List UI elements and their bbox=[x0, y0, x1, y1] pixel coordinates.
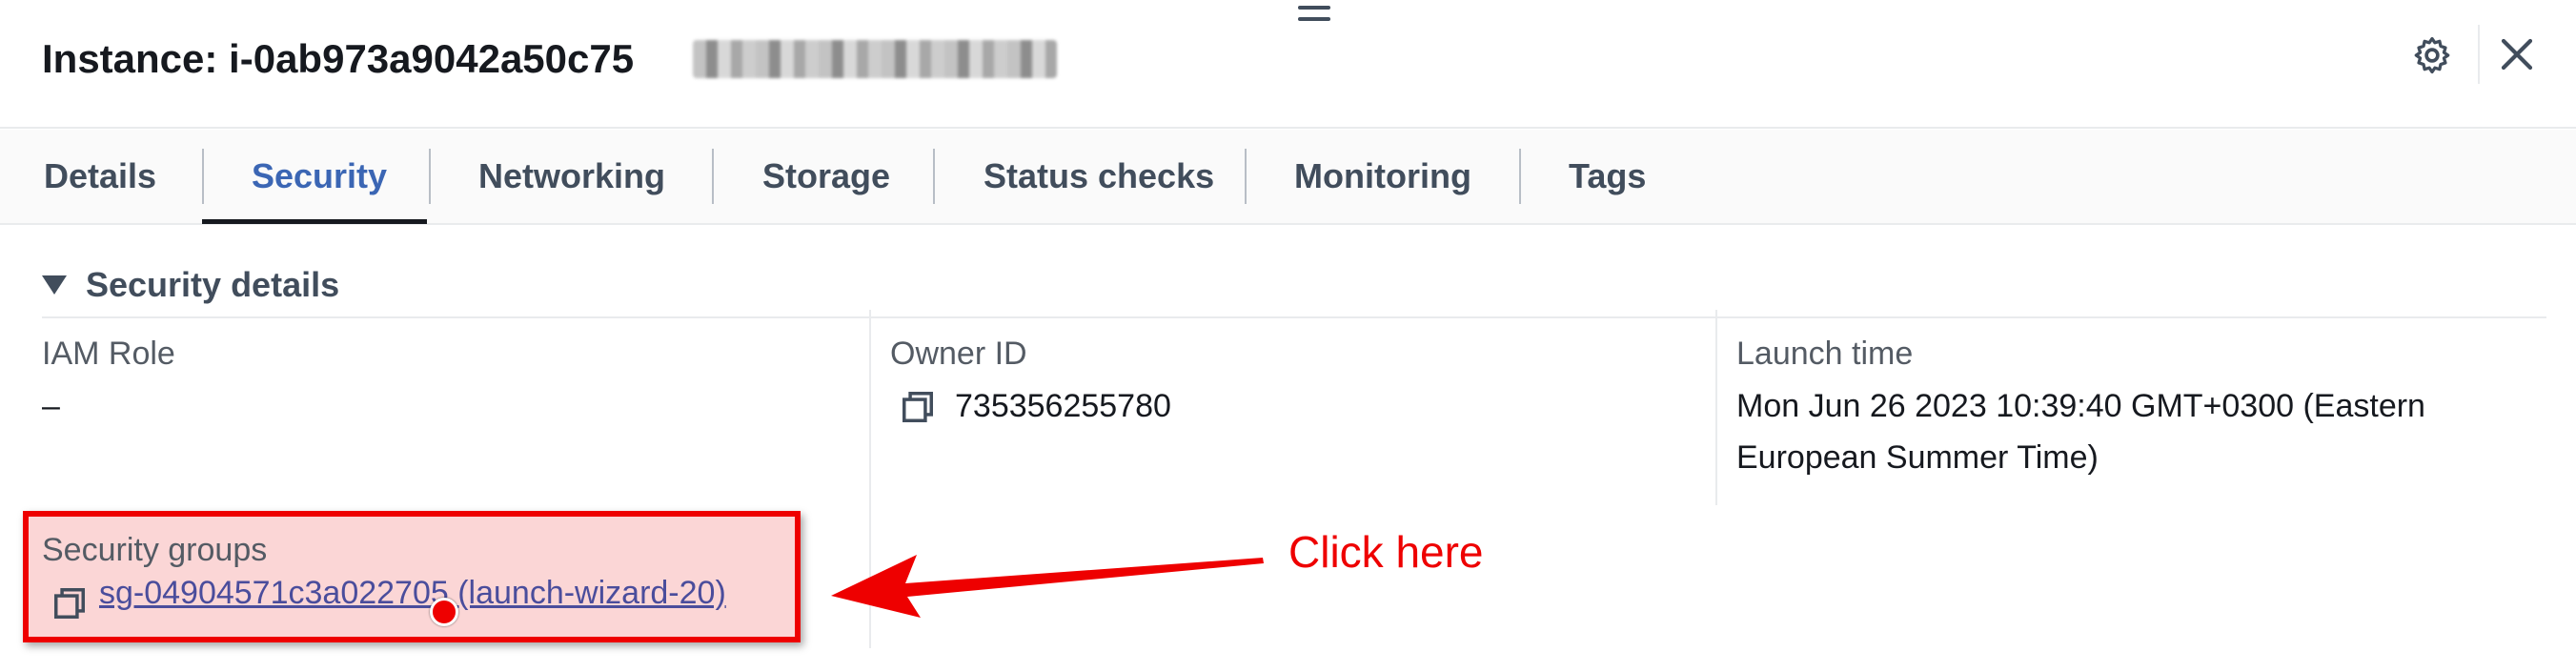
tab-bar: Details Security Networking Storage Stat… bbox=[0, 130, 2576, 225]
tab-tags[interactable]: Tags bbox=[1569, 130, 1646, 223]
security-details-toggle[interactable]: Security details bbox=[42, 265, 339, 305]
iam-role-value: – bbox=[42, 388, 60, 424]
caret-down-icon bbox=[42, 275, 67, 295]
close-icon[interactable] bbox=[2497, 34, 2537, 74]
section-divider bbox=[42, 316, 2546, 318]
tab-separator bbox=[1519, 149, 1521, 204]
tab-separator bbox=[933, 149, 935, 204]
iam-role-label: IAM Role bbox=[42, 336, 175, 372]
copy-icon[interactable] bbox=[900, 389, 936, 425]
launch-time-value-line1: Mon Jun 26 2023 10:39:40 GMT+0300 (Easte… bbox=[1736, 388, 2425, 424]
redacted-instance-name bbox=[693, 40, 1057, 78]
tab-separator bbox=[1245, 149, 1247, 204]
page-title: Instance: i-0ab973a9042a50c75 bbox=[42, 36, 635, 81]
tab-networking[interactable]: Networking bbox=[478, 130, 665, 223]
tab-status-checks[interactable]: Status checks bbox=[984, 130, 1214, 223]
column-divider bbox=[1715, 310, 1717, 505]
annotation-click-here: Click here bbox=[1288, 527, 1484, 577]
tab-monitoring[interactable]: Monitoring bbox=[1294, 130, 1471, 223]
owner-id-value: 735356255780 bbox=[955, 388, 1171, 424]
gear-icon[interactable] bbox=[2411, 34, 2453, 76]
section-title: Security details bbox=[86, 265, 340, 304]
copy-icon[interactable] bbox=[51, 585, 88, 621]
active-tab-indicator bbox=[202, 219, 427, 224]
tab-details[interactable]: Details bbox=[44, 130, 156, 223]
header-divider bbox=[2478, 25, 2480, 84]
tab-security[interactable]: Security bbox=[252, 130, 387, 223]
annotation-arrow bbox=[831, 555, 1264, 618]
tab-storage[interactable]: Storage bbox=[762, 130, 890, 223]
launch-time-label: Launch time bbox=[1736, 336, 1914, 372]
launch-time-value-line2: European Summer Time) bbox=[1736, 439, 2099, 476]
tab-separator bbox=[712, 149, 714, 204]
panel-header: Instance: i-0ab973a9042a50c75 bbox=[0, 0, 2576, 129]
tab-separator bbox=[202, 149, 204, 204]
owner-id-label: Owner ID bbox=[890, 336, 1027, 372]
security-group-link[interactable]: sg-04904571c3a022705 (launch-wizard-20) bbox=[99, 575, 726, 612]
tab-separator bbox=[429, 149, 431, 204]
drag-handle-icon[interactable] bbox=[1298, 6, 1330, 27]
security-groups-label: Security groups bbox=[42, 532, 268, 568]
click-marker bbox=[430, 598, 458, 626]
